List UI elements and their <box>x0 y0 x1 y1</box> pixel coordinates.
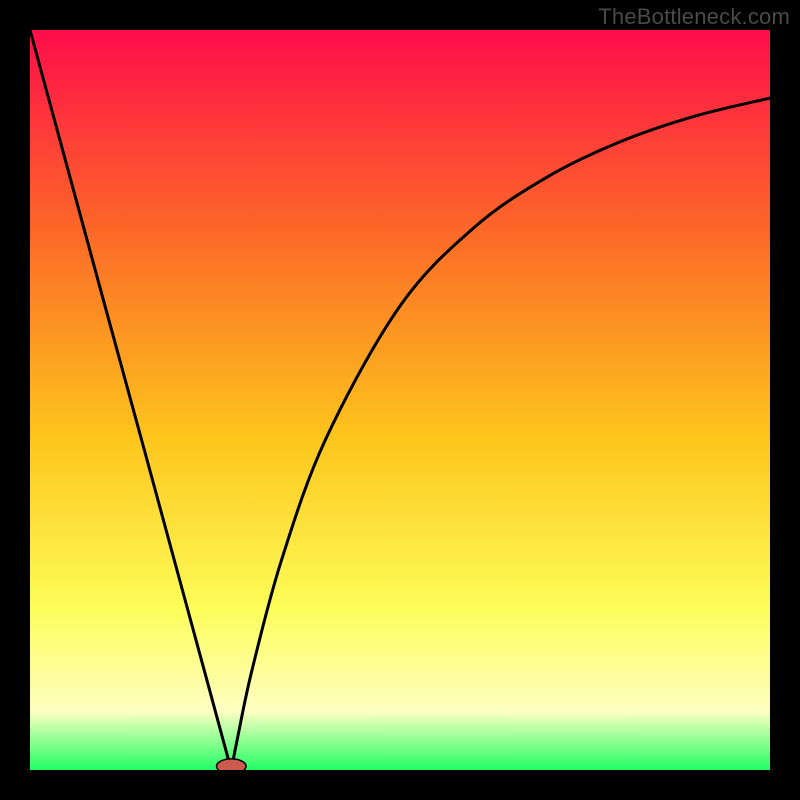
chart-svg <box>30 30 770 770</box>
gradient-background <box>30 30 770 770</box>
watermark-text: TheBottleneck.com <box>598 4 790 30</box>
chart-plot-area <box>30 30 770 770</box>
chart-frame: TheBottleneck.com <box>0 0 800 800</box>
minimum-marker <box>216 759 246 770</box>
